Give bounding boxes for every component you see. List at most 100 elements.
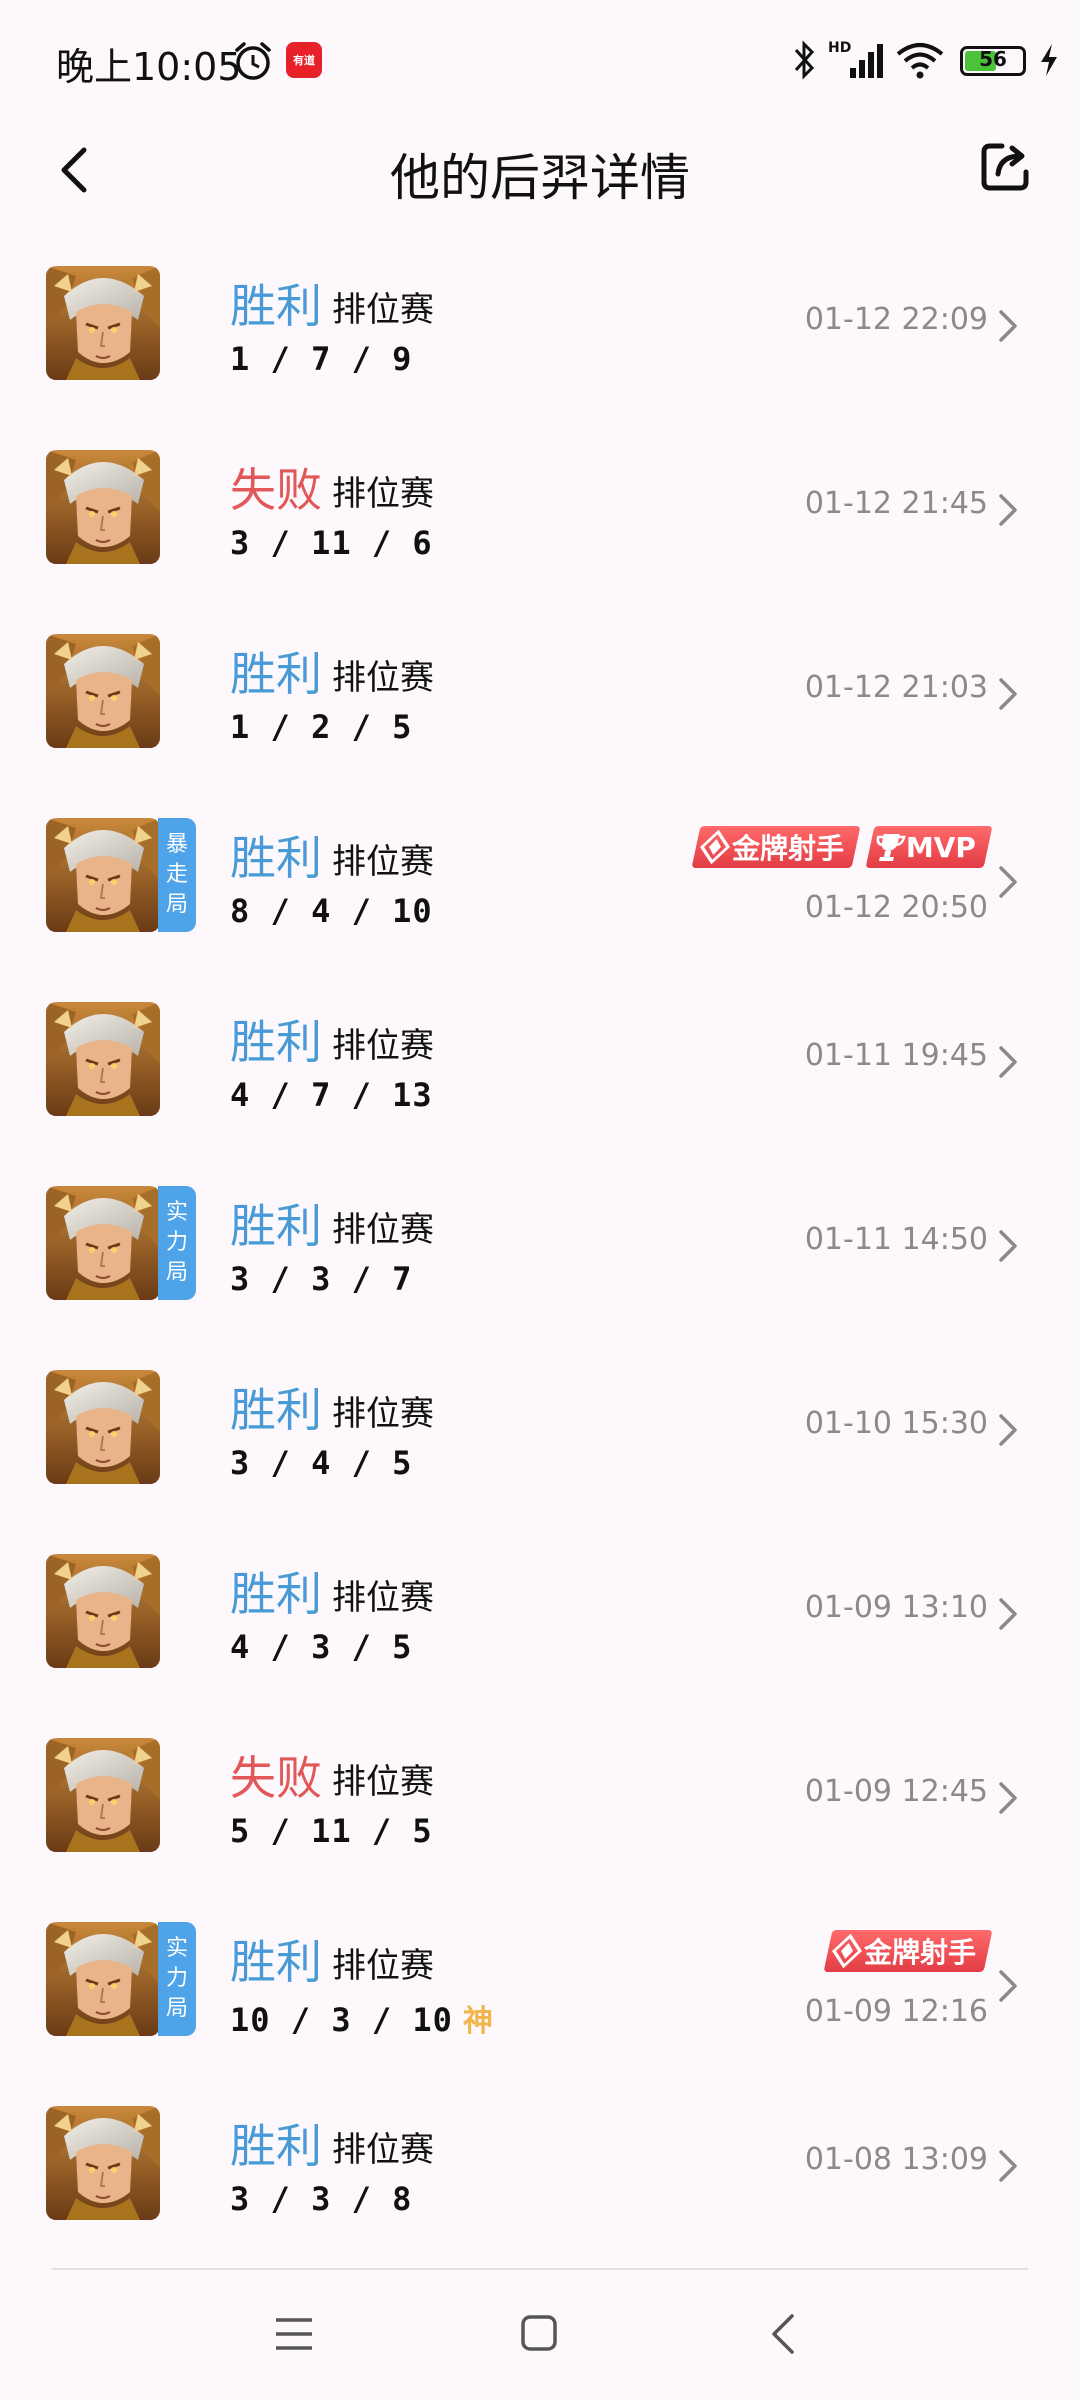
match-row[interactable]: 暴走局胜利 排位赛 8 / 4 / 10 金牌射手 MVP 01-12 20:50 bbox=[0, 800, 1080, 984]
hero-portrait bbox=[46, 450, 160, 564]
hero-portrait bbox=[46, 818, 160, 932]
match-time: 01-10 15:30 bbox=[804, 1406, 988, 1441]
match-type: 排位赛 bbox=[332, 658, 434, 698]
match-result: 胜利 bbox=[230, 1935, 322, 1989]
kda: 3 / 3 / 8 bbox=[230, 2180, 412, 2218]
match-time: 01-12 22:09 bbox=[804, 302, 988, 337]
hero-portrait bbox=[46, 1554, 160, 1668]
chevron-right-icon bbox=[999, 866, 1017, 898]
hero-avatar bbox=[46, 1370, 160, 1484]
app-notification-badge: 有道 bbox=[286, 42, 322, 78]
kda-value: 3 / 11 / 6 bbox=[230, 524, 433, 562]
match-result: 胜利 bbox=[230, 831, 322, 885]
match-result: 胜利 bbox=[230, 2119, 322, 2173]
match-row[interactable]: 胜利 排位赛 4 / 7 / 13 01-11 19:45 bbox=[0, 984, 1080, 1168]
menu-icon[interactable] bbox=[274, 2314, 314, 2354]
mode-tag-char: 局 bbox=[165, 1996, 188, 2021]
honor-badge: 金牌射手 bbox=[823, 1930, 993, 1972]
kda-value: 4 / 3 / 5 bbox=[230, 1628, 413, 1666]
hero-portrait bbox=[46, 1186, 160, 1300]
kda: 5 / 11 / 5 bbox=[230, 1812, 433, 1850]
hero-avatar bbox=[46, 266, 160, 380]
match-time: 01-09 12:45 bbox=[804, 1774, 988, 1809]
bluetooth-icon bbox=[794, 40, 815, 80]
kda-value: 3 / 3 / 8 bbox=[230, 2180, 413, 2218]
kda: 4 / 3 / 5 bbox=[230, 1628, 412, 1666]
kda-value: 4 / 7 / 13 bbox=[230, 1076, 433, 1114]
match-list: 胜利 排位赛 1 / 7 / 9 01-12 22:09 失败 排位赛 3 / 11 / 6… bbox=[0, 248, 1080, 2272]
match-row[interactable]: 胜利 排位赛 3 / 4 / 5 01-10 15:30 bbox=[0, 1352, 1080, 1536]
status-bar: 晚上10:05 有道 HD 56 bbox=[0, 0, 1080, 120]
share-icon[interactable] bbox=[976, 136, 1036, 196]
hero-avatar bbox=[46, 1738, 160, 1852]
honor-badge-label: MVP bbox=[905, 830, 976, 864]
match-result: 胜利 bbox=[230, 1567, 322, 1621]
match-row[interactable]: 胜利 排位赛 3 / 3 / 8 01-08 13:09 bbox=[0, 2088, 1080, 2272]
wifi-icon bbox=[896, 43, 944, 79]
chevron-right-icon bbox=[999, 1598, 1017, 1630]
match-type: 排位赛 bbox=[332, 474, 434, 514]
match-type: 排位赛 bbox=[332, 1210, 434, 1250]
match-result: 胜利 bbox=[230, 1383, 322, 1437]
honor-badges: 金牌射手 MVP bbox=[691, 826, 993, 872]
hero-avatar bbox=[46, 1554, 160, 1668]
honor-badge: 金牌射手 bbox=[691, 826, 861, 868]
header: 他的后羿详情 bbox=[0, 120, 1080, 220]
honor-badge-label: 金牌射手 bbox=[863, 1936, 976, 1969]
hero-portrait bbox=[46, 266, 160, 380]
mode-tag-char: 实 bbox=[165, 1936, 188, 1961]
kda-value: 3 / 4 / 5 bbox=[230, 1444, 413, 1482]
match-row[interactable]: 胜利 排位赛 1 / 7 / 9 01-12 22:09 bbox=[0, 248, 1080, 432]
mode-tag-char: 局 bbox=[165, 892, 188, 917]
battery-indicator: 56 bbox=[960, 46, 1026, 76]
match-row[interactable]: 实力局胜利 排位赛 10 / 3 / 10 神金牌射手 01-09 12:16 bbox=[0, 1904, 1080, 2088]
kda: 4 / 7 / 13 bbox=[230, 1076, 433, 1114]
match-result: 胜利 bbox=[230, 1015, 322, 1069]
charging-icon bbox=[1041, 44, 1057, 76]
match-row[interactable]: 胜利 排位赛 4 / 3 / 5 01-09 13:10 bbox=[0, 1536, 1080, 1720]
kda: 3 / 11 / 6 bbox=[230, 524, 433, 562]
hero-avatar bbox=[46, 450, 160, 564]
kda-value: 3 / 3 / 7 bbox=[230, 1260, 413, 1298]
honor-badges: 金牌射手 bbox=[823, 1930, 993, 1976]
status-time: 晚上10:05 bbox=[56, 45, 242, 89]
hero-avatar bbox=[46, 1922, 160, 2036]
chevron-right-icon bbox=[999, 1414, 1017, 1446]
chevron-right-icon bbox=[999, 1970, 1017, 2002]
chevron-right-icon bbox=[999, 678, 1017, 710]
chevron-right-icon bbox=[999, 1046, 1017, 1078]
match-time: 01-11 14:50 bbox=[804, 1222, 988, 1257]
god-tag: 神 bbox=[462, 2004, 494, 2039]
hero-avatar bbox=[46, 818, 160, 932]
mode-tag-char: 走 bbox=[165, 862, 188, 887]
kda: 1 / 2 / 5 bbox=[230, 708, 412, 746]
kda-value: 10 / 3 / 10 bbox=[230, 2001, 453, 2039]
hero-avatar bbox=[46, 1002, 160, 1116]
system-nav-bar bbox=[0, 2270, 1080, 2400]
match-row[interactable]: 实力局胜利 排位赛 3 / 3 / 7 01-11 14:50 bbox=[0, 1168, 1080, 1352]
page-title: 他的后羿详情 bbox=[390, 149, 690, 207]
hero-avatar bbox=[46, 2106, 160, 2220]
mode-tag: 暴走局 bbox=[158, 818, 196, 932]
kda-value: 1 / 2 / 5 bbox=[230, 708, 413, 746]
match-result: 失败 bbox=[230, 1751, 322, 1805]
kda-value: 8 / 4 / 10 bbox=[230, 892, 433, 930]
home-icon[interactable] bbox=[520, 2314, 558, 2352]
match-time: 01-11 19:45 bbox=[804, 1038, 988, 1073]
hero-avatar bbox=[46, 1186, 160, 1300]
alarm-icon bbox=[235, 42, 271, 80]
match-type: 排位赛 bbox=[332, 1762, 434, 1802]
match-row[interactable]: 失败 排位赛 3 / 11 / 6 01-12 21:45 bbox=[0, 432, 1080, 616]
chevron-right-icon bbox=[999, 310, 1017, 342]
match-row[interactable]: 胜利 排位赛 1 / 2 / 5 01-12 21:03 bbox=[0, 616, 1080, 800]
match-time: 01-08 13:09 bbox=[804, 2142, 988, 2177]
mode-tag: 实力局 bbox=[158, 1922, 196, 2036]
mode-tag-char: 暴 bbox=[165, 832, 188, 857]
back-icon[interactable] bbox=[770, 2312, 796, 2356]
match-row[interactable]: 失败 排位赛 5 / 11 / 5 01-09 12:45 bbox=[0, 1720, 1080, 1904]
match-result: 失败 bbox=[230, 463, 322, 517]
honor-badge-label: 金牌射手 bbox=[731, 832, 844, 865]
kda-value: 5 / 11 / 5 bbox=[230, 1812, 433, 1850]
mode-tag: 实力局 bbox=[158, 1186, 196, 1300]
chevron-right-icon bbox=[999, 1782, 1017, 1814]
